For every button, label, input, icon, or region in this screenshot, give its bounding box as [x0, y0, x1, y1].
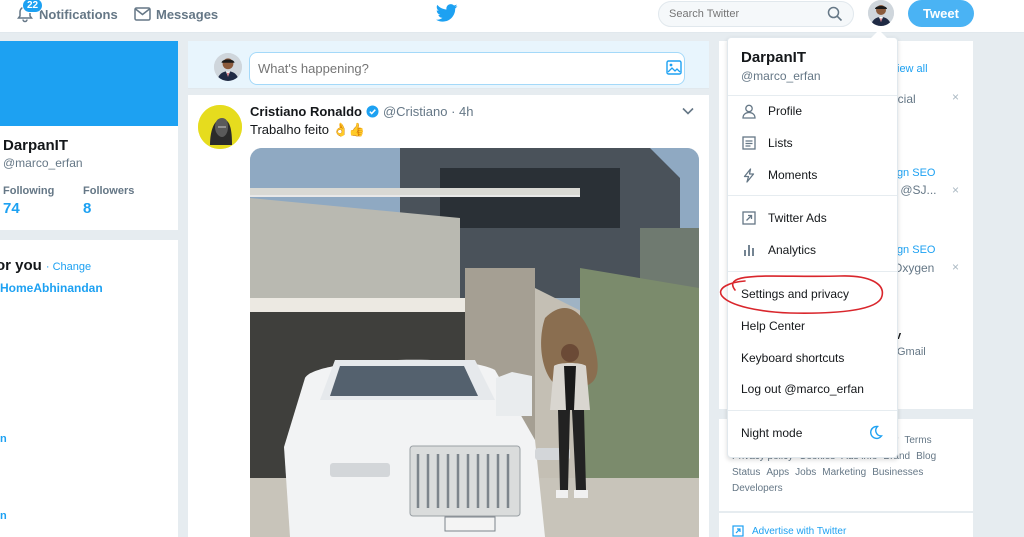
suggestion-fragment: icial [895, 92, 916, 106]
compose-input[interactable] [249, 52, 685, 85]
notifications-label: Notifications [39, 6, 118, 22]
trends-card: or you · Change HomeAbhinandan n n [0, 240, 178, 537]
envelope-icon [134, 7, 151, 21]
menu-item-analytics[interactable]: Analytics [728, 237, 897, 263]
menu-item-label: Twitter Ads [768, 211, 827, 225]
followers-stat[interactable]: Followers 8 [83, 185, 134, 217]
footer-link-terms[interactable]: Terms [904, 435, 931, 446]
user-icon [742, 104, 756, 119]
tweet-timestamp[interactable]: · 4h [451, 104, 473, 119]
avatar[interactable] [868, 0, 894, 26]
profile-name[interactable]: DarpanIT [3, 137, 68, 154]
trend-item[interactable]: HomeAbhinandan [0, 281, 103, 295]
menu-item-label: Night mode [741, 426, 803, 440]
following-count: 74 [3, 200, 20, 217]
footer-link-status[interactable]: Status [732, 467, 760, 478]
trend-item[interactable]: n [0, 510, 7, 522]
notifications-count-badge: 22 [22, 0, 44, 13]
bar-chart-icon [744, 245, 754, 256]
advertise-label: Advertise with Twitter [752, 525, 847, 537]
compose-avatar [214, 53, 242, 81]
profile-handle[interactable]: @marco_erfan [3, 156, 83, 170]
menu-item-label: Help Center [741, 319, 806, 333]
chevron-down-icon[interactable] [682, 107, 694, 115]
footer-link-jobs[interactable]: Jobs [795, 467, 816, 478]
twitter-bird-icon[interactable] [435, 4, 458, 27]
menu-item-label: Moments [768, 168, 818, 182]
messages-tab[interactable]: Messages [134, 0, 218, 28]
menu-item-label: Analytics [768, 243, 817, 257]
messages-label: Messages [156, 6, 219, 22]
verified-badge-icon [366, 105, 379, 118]
suggestion-fragment: Gmail [897, 346, 926, 358]
magnifier-icon[interactable] [827, 6, 843, 22]
followers-label: Followers [83, 185, 135, 197]
search-input[interactable] [659, 2, 819, 26]
tweet-header: Cristiano Ronaldo @Cristiano · 4h [250, 104, 473, 119]
account-menu: DarpanIT @marco_erfan Profile Lists Mome… [727, 30, 898, 458]
menu-item-lists[interactable]: Lists [728, 130, 897, 156]
external-link-icon [742, 211, 756, 225]
following-label: Following [3, 185, 55, 197]
menu-divider [728, 271, 897, 272]
footer-link-developers[interactable]: Developers [732, 483, 783, 494]
menu-item-label: Log out @marco_erfan [741, 382, 864, 396]
menu-item-night-mode[interactable]: Night mode [728, 419, 897, 447]
menu-item-label: Settings and privacy [741, 287, 850, 301]
lightning-icon [743, 167, 755, 183]
trends-change-link[interactable]: · Change [46, 261, 91, 273]
footer-link-marketing[interactable]: Marketing [822, 467, 866, 478]
suggestion-fragment: r @SJ... [893, 183, 937, 197]
menu-item-settings-privacy[interactable]: Settings and privacy [728, 281, 897, 307]
search-box[interactable] [658, 1, 854, 27]
advertise-card: Advertise with Twitter [719, 513, 973, 537]
menu-divider [728, 95, 897, 96]
profile-card: DarpanIT @marco_erfan Following 74 Follo… [0, 41, 178, 230]
menu-item-label: Profile [768, 104, 803, 118]
tweet-card[interactable]: Cristiano Ronaldo @Cristiano · 4h Trabal… [188, 95, 709, 537]
external-link-icon [732, 525, 744, 537]
add-photo-icon[interactable] [666, 60, 682, 75]
tweet-photo[interactable] [250, 148, 699, 537]
menu-account-name[interactable]: DarpanIT [741, 49, 806, 66]
menu-item-profile[interactable]: Profile [728, 98, 897, 124]
close-icon[interactable]: × [952, 90, 959, 104]
close-icon[interactable]: × [952, 260, 959, 274]
menu-divider [728, 195, 897, 196]
tweet-author-avatar[interactable] [198, 105, 242, 149]
profile-banner[interactable] [0, 41, 178, 126]
tweet-author-name[interactable]: Cristiano Ronaldo [250, 104, 362, 119]
menu-item-help-center[interactable]: Help Center [728, 313, 897, 339]
notifications-tab[interactable]: 22 Notifications [16, 0, 118, 28]
view-all-link[interactable]: iew all [897, 63, 928, 75]
close-icon[interactable]: × [952, 183, 959, 197]
menu-item-twitter-ads[interactable]: Twitter Ads [728, 205, 897, 231]
compose-box [188, 41, 709, 89]
trends-title: or you · Change [0, 257, 91, 274]
tweet-author-handle[interactable]: @Cristiano [383, 104, 448, 119]
tweet-text: Trabalho feito 👌👍 [250, 122, 365, 137]
menu-item-label: Lists [768, 136, 793, 150]
menu-item-moments[interactable]: Moments [728, 162, 897, 188]
trends-title-text: or you [0, 257, 42, 274]
menu-item-logout[interactable]: Log out @marco_erfan [728, 376, 897, 402]
menu-item-label: Keyboard shortcuts [741, 351, 845, 365]
suggestion-fragment: Oxygen [893, 261, 935, 275]
menu-item-keyboard-shortcuts[interactable]: Keyboard shortcuts [728, 345, 897, 371]
footer-link-blog[interactable]: Blog [916, 451, 936, 462]
footer-link-apps[interactable]: Apps [766, 467, 789, 478]
menu-divider [728, 410, 897, 411]
advertise-link[interactable]: Advertise with Twitter [732, 525, 846, 537]
moon-icon[interactable] [868, 425, 883, 440]
footer-link-businesses[interactable]: Businesses [872, 467, 923, 478]
top-nav: 22 Notifications Messages Tweet [0, 0, 1024, 33]
menu-account-handle[interactable]: @marco_erfan [741, 69, 821, 83]
trend-item[interactable]: n [0, 433, 7, 445]
list-icon [742, 136, 756, 150]
tweet-button[interactable]: Tweet [908, 0, 974, 27]
followers-count: 8 [83, 200, 92, 217]
following-stat[interactable]: Following 74 [3, 185, 54, 217]
